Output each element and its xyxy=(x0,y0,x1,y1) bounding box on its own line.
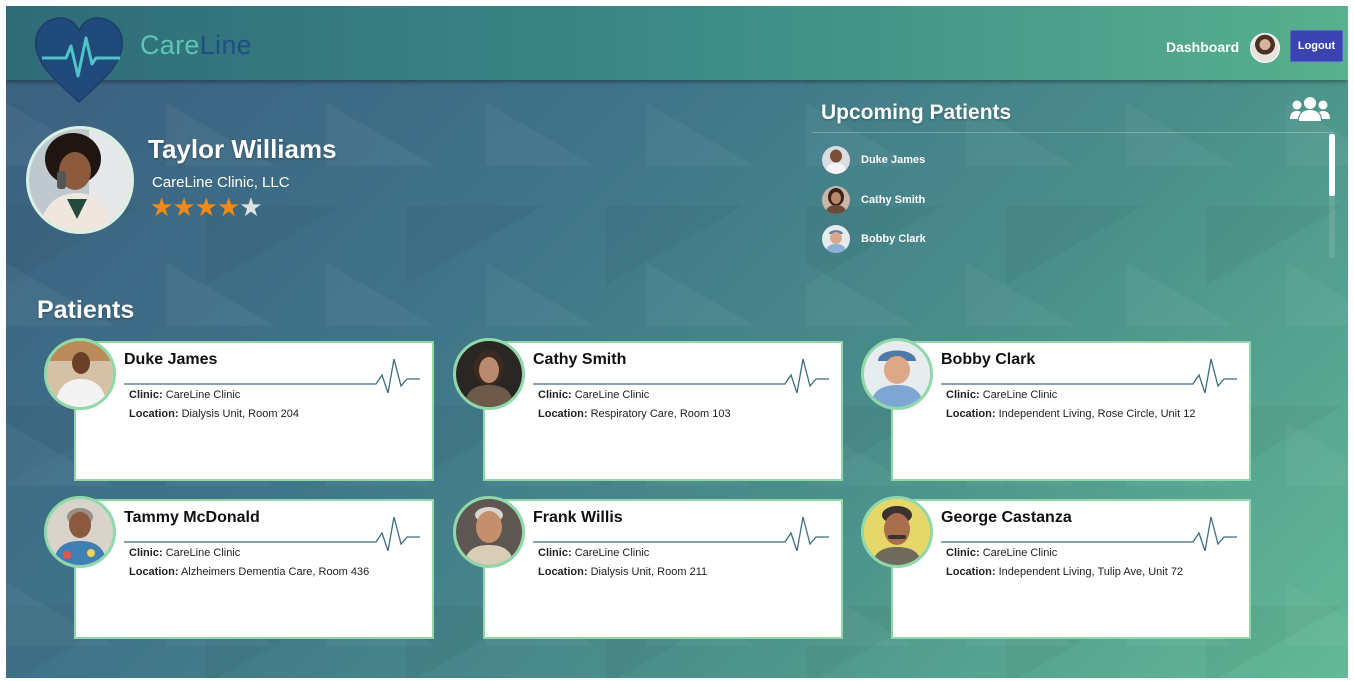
brand-line-text: Line xyxy=(199,30,252,60)
rating-stars: ★★★★★ xyxy=(150,192,263,223)
clinic-value: CareLine Clinic xyxy=(574,547,650,559)
upcoming-divider xyxy=(812,132,1334,133)
patient-location: Location: Independent Living, Tulip Ave,… xyxy=(946,566,1183,578)
patient-location: Location: Respiratory Care, Room 103 xyxy=(538,408,731,420)
patient-card[interactable]: Bobby Clark Clinic: CareLine Clinic Loca… xyxy=(891,341,1251,481)
patient-clinic: Clinic: CareLine Clinic xyxy=(538,547,649,559)
heartbeat-line-icon xyxy=(533,358,829,393)
upcoming-scrollbar-thumb[interactable] xyxy=(1329,134,1335,196)
user-avatar[interactable] xyxy=(1250,33,1280,63)
upcoming-name: Cathy Smith xyxy=(861,193,926,206)
clinic-label: Clinic: xyxy=(129,547,163,559)
patient-photo xyxy=(861,338,933,410)
location-label: Location: xyxy=(538,566,588,578)
star-filled-icon: ★ xyxy=(150,192,173,222)
patient-location: Location: Dialysis Unit, Room 204 xyxy=(129,408,299,420)
users-icon[interactable] xyxy=(1290,96,1330,122)
star-filled-icon: ★ xyxy=(216,192,240,222)
heartbeat-line-icon xyxy=(941,358,1237,393)
heartbeat-line-icon xyxy=(124,516,420,551)
patient-location: Location: Dialysis Unit, Room 211 xyxy=(538,566,707,578)
patient-clinic: Clinic: CareLine Clinic xyxy=(946,547,1057,559)
heartbeat-line-icon xyxy=(124,358,420,393)
star-filled-icon: ★ xyxy=(194,192,218,222)
clinic-label: Clinic: xyxy=(538,547,572,559)
upcoming-item[interactable]: Cathy Smith xyxy=(820,184,1320,224)
patient-location: Location: Alzheimers Dementia Care, Room… xyxy=(129,566,369,578)
patients-title: Patients xyxy=(37,296,135,324)
patient-photo xyxy=(453,338,525,410)
patient-card[interactable]: Frank Willis Clinic: CareLine Clinic Loc… xyxy=(483,499,843,639)
upcoming-item[interactable]: Duke James xyxy=(820,144,1320,184)
app-frame: CareLine Dashboard Logout Taylor William… xyxy=(6,6,1348,678)
location-value: Alzheimers Dementia Care, Room 436 xyxy=(180,566,370,578)
clinic-label: Clinic: xyxy=(946,389,980,401)
location-label: Location: xyxy=(946,566,996,578)
upcoming-patients-title: Upcoming Patients xyxy=(821,101,1012,124)
patient-clinic: Clinic: CareLine Clinic xyxy=(538,389,649,401)
patient-photo xyxy=(44,496,116,568)
upcoming-name: Duke James xyxy=(861,154,926,166)
clinic-value: CareLine Clinic xyxy=(165,389,241,401)
location-label: Location: xyxy=(946,408,996,420)
location-value: Dialysis Unit, Room 211 xyxy=(590,566,708,578)
upcoming-item[interactable]: Bobby Clark xyxy=(820,223,1320,263)
clinic-value: CareLine Clinic xyxy=(574,389,650,401)
upcoming-list: Duke James Cathy Smith Bobby Clark xyxy=(820,144,1320,263)
location-value: Independent Living, Tulip Ave, Unit 72 xyxy=(998,566,1184,578)
patient-card[interactable]: George Castanza Clinic: CareLine Clinic … xyxy=(891,499,1251,639)
patient-location: Location: Independent Living, Rose Circl… xyxy=(946,408,1195,420)
location-value: Dialysis Unit, Room 204 xyxy=(181,408,299,420)
patient-card[interactable]: Tammy McDonald Clinic: CareLine Clinic L… xyxy=(74,499,434,639)
clinic-value: CareLine Clinic xyxy=(165,547,241,559)
location-value: Respiratory Care, Room 103 xyxy=(590,408,731,420)
brand-care-text: Care xyxy=(140,30,200,60)
patient-photo xyxy=(453,496,525,568)
location-label: Location: xyxy=(538,408,588,420)
brand-name[interactable]: CareLine xyxy=(140,30,252,61)
patient-clinic: Clinic: CareLine Clinic xyxy=(129,389,240,401)
location-value: Independent Living, Rose Circle, Unit 12 xyxy=(998,408,1196,420)
heart-logo-icon[interactable] xyxy=(32,16,126,106)
heartbeat-line-icon xyxy=(533,516,829,551)
location-label: Location: xyxy=(129,408,179,420)
nav-dashboard-link[interactable]: Dashboard xyxy=(1166,39,1239,55)
patient-card[interactable]: Cathy Smith Clinic: CareLine Clinic Loca… xyxy=(483,341,843,481)
clinic-value: CareLine Clinic xyxy=(982,547,1058,559)
upcoming-avatar xyxy=(822,146,850,174)
top-navbar: CareLine Dashboard Logout xyxy=(6,6,1348,80)
patient-photo xyxy=(44,338,116,410)
logout-button[interactable]: Logout xyxy=(1290,30,1343,62)
profile-photo xyxy=(26,126,134,234)
upcoming-avatar xyxy=(822,225,850,253)
upcoming-name: Bobby Clark xyxy=(861,233,926,245)
star-empty-icon: ★ xyxy=(239,192,262,222)
patient-clinic: Clinic: CareLine Clinic xyxy=(946,389,1057,401)
patient-card[interactable]: Duke James Clinic: CareLine Clinic Locat… xyxy=(74,341,434,481)
heartbeat-line-icon xyxy=(941,516,1237,551)
location-label: Location: xyxy=(129,566,179,578)
clinic-label: Clinic: xyxy=(129,389,163,401)
clinic-label: Clinic: xyxy=(946,547,980,559)
provider-name: Taylor Williams xyxy=(148,134,337,164)
clinic-value: CareLine Clinic xyxy=(982,389,1058,401)
patient-clinic: Clinic: CareLine Clinic xyxy=(129,547,240,559)
clinic-label: Clinic: xyxy=(538,389,572,401)
star-filled-icon: ★ xyxy=(172,192,195,222)
provider-clinic: CareLine Clinic, LLC xyxy=(152,174,290,191)
upcoming-avatar xyxy=(822,185,850,214)
patient-photo xyxy=(861,496,933,568)
